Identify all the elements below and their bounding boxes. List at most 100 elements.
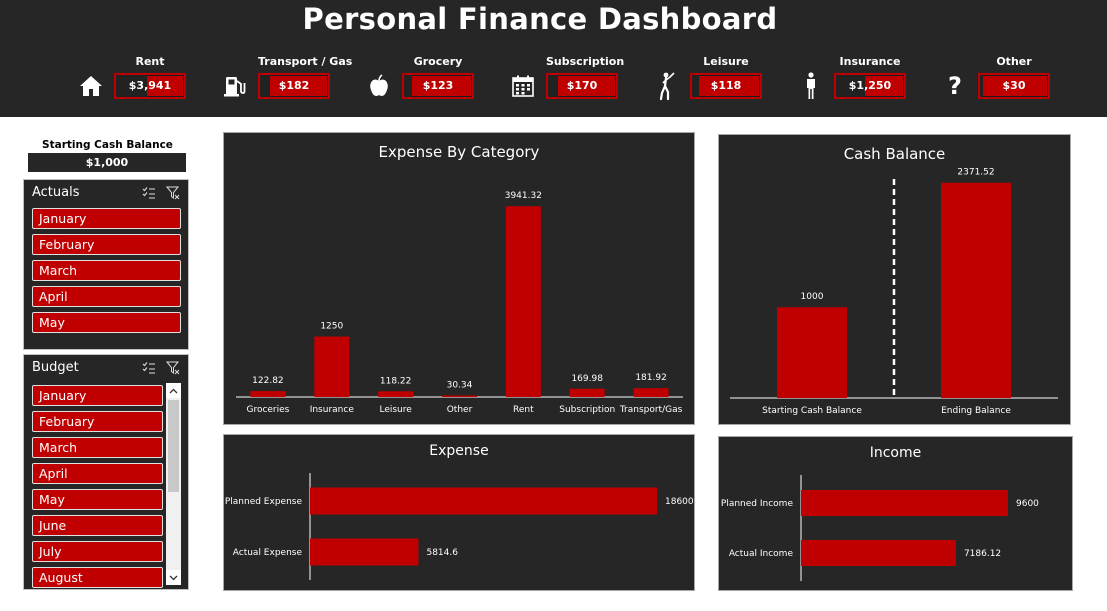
data-label: 118.22 xyxy=(380,376,412,386)
scroll-down-icon[interactable] xyxy=(166,570,181,585)
bar xyxy=(442,395,477,397)
category-label: Planned Expense xyxy=(225,497,303,507)
expense-by-category-panel: Expense By Category 122.82 Groceries 1250 I… xyxy=(223,132,695,425)
category-label: Transport/Gas xyxy=(619,405,683,415)
slicer-item-february[interactable]: February xyxy=(32,411,163,432)
data-label: 18600 xyxy=(665,497,694,507)
clear-filter-icon[interactable] xyxy=(165,360,180,379)
kpi-value-box: $118 xyxy=(690,73,762,99)
kpi-transport-gas: Transport / Gas $182 xyxy=(222,55,362,101)
bar xyxy=(941,182,1011,398)
category-label: Actual Income xyxy=(729,549,794,559)
slicer-item-february[interactable]: February xyxy=(32,234,181,255)
scroll-up-icon[interactable] xyxy=(166,383,181,398)
expense-by-category-chart: 122.82 Groceries 1250 Insurance 118.22 Leisur… xyxy=(236,191,683,415)
page-title: Personal Finance Dashboard xyxy=(302,2,778,36)
data-label: 181.92 xyxy=(635,373,667,383)
slicer-item-march[interactable]: March xyxy=(32,260,181,281)
apple-icon xyxy=(366,73,392,99)
multi-select-icon[interactable] xyxy=(142,185,156,204)
slicer-item-may[interactable]: May xyxy=(32,312,181,333)
category-label: Subscription xyxy=(559,405,615,415)
data-label: 122.82 xyxy=(252,376,284,386)
cash-balance-chart: 1000 Starting Cash Balance 2371.52 Ending B… xyxy=(730,168,1058,416)
category-label: Rent xyxy=(513,405,534,415)
calendar-icon xyxy=(510,73,536,99)
actuals-slicer: Actuals January February March April May xyxy=(23,179,189,350)
slicer-item-january[interactable]: January xyxy=(32,385,163,406)
data-label: 2371.52 xyxy=(957,168,994,178)
cash-balance-panel: Cash Balance 1000 Starting Cash Balance 23… xyxy=(718,134,1071,425)
category-label: Groceries xyxy=(246,405,289,415)
data-label: 169.98 xyxy=(571,374,603,384)
kpi-value: $3,941 xyxy=(128,79,172,92)
slicer-item-april[interactable]: April xyxy=(32,463,163,484)
kpi-label: Rent xyxy=(135,55,165,68)
kpi-value: $1,250 xyxy=(848,79,892,92)
bar xyxy=(633,388,669,397)
kpi-value-box: $123 xyxy=(402,73,474,99)
kpi-rent: Rent $3,941 xyxy=(78,55,218,101)
bar xyxy=(250,391,286,397)
kpi-value-box: $182 xyxy=(258,73,330,99)
kpi-other: Other ? $30 xyxy=(942,55,1082,101)
data-label: 3941.32 xyxy=(505,191,542,201)
data-label: 9600 xyxy=(1016,499,1039,509)
bar xyxy=(314,336,350,397)
kpi-value: $123 xyxy=(422,79,454,92)
data-label: 7186.12 xyxy=(964,549,1001,559)
bar xyxy=(801,490,1008,516)
data-label: 1250 xyxy=(320,321,343,331)
slicer-item-march[interactable]: March xyxy=(32,437,163,458)
kpi-label: Other xyxy=(996,55,1032,68)
slicer-item-july[interactable]: July xyxy=(32,541,163,562)
category-label: Planned Income xyxy=(721,499,794,509)
bar xyxy=(378,391,414,397)
question-icon: ? xyxy=(948,72,962,100)
slicer-item-april[interactable]: April xyxy=(32,286,181,307)
bar xyxy=(569,388,605,397)
slicer-item-august[interactable]: August xyxy=(32,567,163,588)
kpi-value-box: $170 xyxy=(546,73,618,99)
kpi-label: Transport / Gas xyxy=(258,55,353,68)
slicer-item-may[interactable]: May xyxy=(32,489,163,510)
budget-slicer: Budget January February March April May … xyxy=(23,354,189,590)
kpi-insurance: Insurance $1,250 xyxy=(798,55,938,101)
expense-panel: Expense Planned Expense 18600 Actual Expen… xyxy=(223,434,695,591)
kpi-value-box: $30 xyxy=(978,73,1050,99)
clear-filter-icon[interactable] xyxy=(165,185,180,204)
bar xyxy=(310,487,657,515)
category-label: Actual Expense xyxy=(233,548,303,558)
kpi-value-box: $1,250 xyxy=(834,73,906,99)
kpi-value: $182 xyxy=(278,79,310,92)
data-label: 5814.6 xyxy=(426,548,458,558)
slicer-item-june[interactable]: June xyxy=(32,515,163,536)
slicer-scrollbar[interactable] xyxy=(166,383,181,585)
category-label: Ending Balance xyxy=(941,406,1011,416)
bar xyxy=(777,307,847,398)
slicer-title: Actuals xyxy=(32,185,80,200)
gas-pump-icon xyxy=(222,73,248,99)
kpi-label: Subscription xyxy=(546,55,625,68)
data-label: 1000 xyxy=(801,292,824,302)
bar xyxy=(505,206,541,397)
category-label: Insurance xyxy=(310,405,355,415)
kpi-value: $118 xyxy=(710,79,742,92)
kpi-leisure: Leisure $118 xyxy=(654,55,794,101)
scroll-thumb[interactable] xyxy=(168,400,179,492)
dashboard-header: Personal Finance Dashboard Rent $3,941 T… xyxy=(0,0,1107,117)
bar xyxy=(801,540,956,566)
golfer-icon xyxy=(654,72,680,101)
expense-chart: Planned Expense 18600 Actual Expense 5814.6 xyxy=(225,473,694,580)
kpi-value-box: $3,941 xyxy=(114,73,186,99)
kpi-subscription: Subscription $170 xyxy=(510,55,650,101)
slicer-item-january[interactable]: January xyxy=(32,208,181,229)
kpi-label: Insurance xyxy=(839,55,901,68)
kpi-value: $30 xyxy=(1002,79,1026,92)
starting-cash-label: Starting Cash Balance xyxy=(42,139,173,151)
category-label: Starting Cash Balance xyxy=(762,406,862,416)
multi-select-icon[interactable] xyxy=(142,360,156,379)
starting-cash-value[interactable]: $1,000 xyxy=(28,153,186,172)
category-label: Leisure xyxy=(379,405,412,415)
kpi-value: $170 xyxy=(566,79,598,92)
